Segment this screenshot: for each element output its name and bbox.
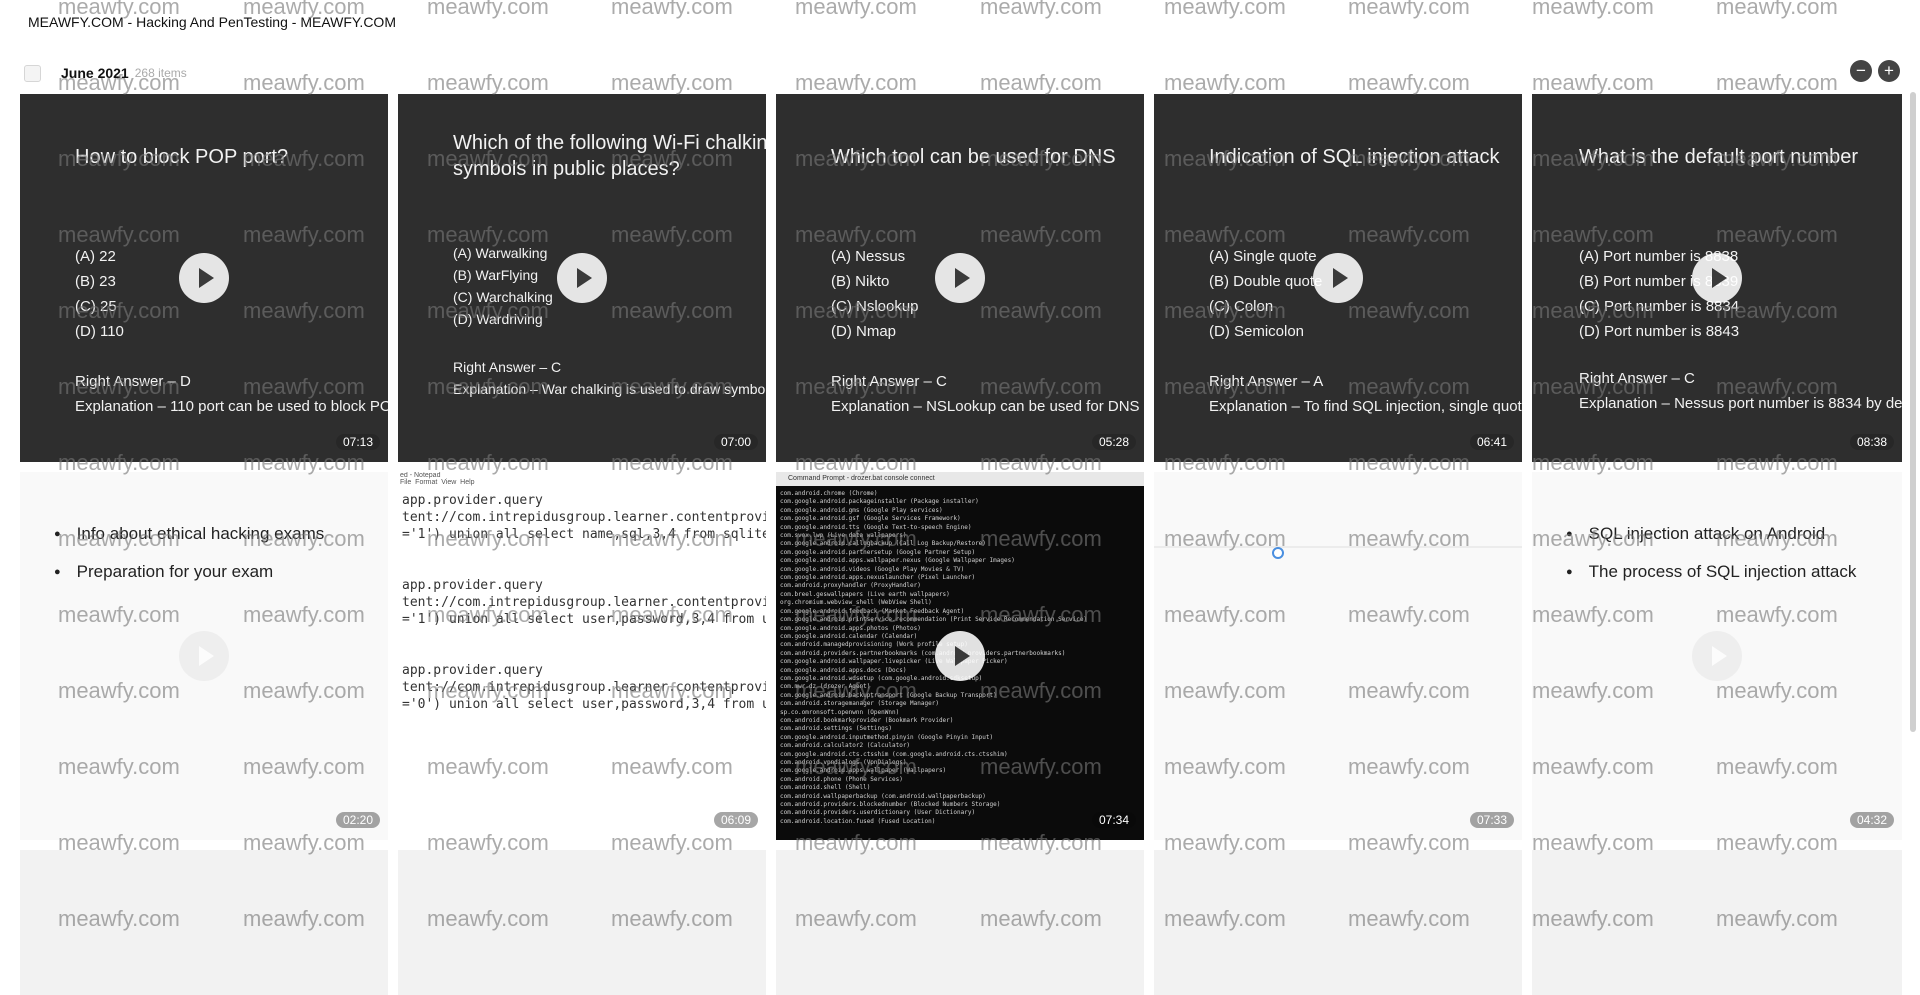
duration-badge: 05:28 xyxy=(1091,434,1136,450)
watermark-text: meawfy.com xyxy=(1716,70,1838,95)
watermark-text: meawfy.com xyxy=(1532,0,1654,19)
watermark-text: meawfy.com xyxy=(1348,0,1470,19)
placeholder-tile xyxy=(1532,850,1902,995)
duration-badge: 04:32 xyxy=(1849,812,1894,828)
page-title: MEAWFY.COM - Hacking And PenTesting - ME… xyxy=(28,14,396,30)
play-icon[interactable] xyxy=(1692,253,1742,303)
duration-badge: 07:13 xyxy=(335,434,380,450)
watermark-text: meawfy.com xyxy=(980,70,1102,95)
options-text: (A) Nessus (B) Nikto (C) Nslookup (D) Nm… xyxy=(831,248,919,340)
placeholder-tile xyxy=(398,850,766,995)
play-icon[interactable] xyxy=(557,253,607,303)
play-icon[interactable] xyxy=(179,253,229,303)
select-group-checkbox[interactable] xyxy=(24,64,41,82)
watermark-text: meawfy.com xyxy=(1164,0,1286,19)
scrollbar[interactable] xyxy=(1910,92,1916,732)
placeholder-tile xyxy=(20,850,388,995)
watermark-text: meawfy.com xyxy=(795,0,917,19)
zoom-out-button[interactable]: − xyxy=(1850,60,1872,82)
video-tile[interactable]: How to block POP port? (A) 22 (B) 23 (C)… xyxy=(20,94,388,462)
terminal-output: com.android.chrome (Chrome) com.google.a… xyxy=(780,490,1088,825)
watermark-text: meawfy.com xyxy=(1716,0,1838,19)
duration-badge: 07:33 xyxy=(1469,812,1514,828)
bullet-list: Info about ethical hacking exams Prepara… xyxy=(54,516,325,592)
duration-badge: 06:41 xyxy=(1469,434,1514,450)
video-tile[interactable]: Which tool can be used for DNS (A) Nessu… xyxy=(776,94,1144,462)
video-tile[interactable]: Command Prompt - drozer.bat console conn… xyxy=(776,472,1144,840)
duration-badge: 02:20 xyxy=(335,812,380,828)
watermark-text: meawfy.com xyxy=(980,0,1102,19)
watermark-text: meawfy.com xyxy=(427,70,549,95)
options-text: (A) Single quote (B) Double quote (C) Co… xyxy=(1209,248,1323,340)
loading-dot-icon xyxy=(1272,547,1284,559)
play-icon[interactable] xyxy=(1313,253,1363,303)
play-icon[interactable] xyxy=(1692,631,1742,681)
group-count: 268 items xyxy=(134,66,187,80)
placeholder-tile xyxy=(1154,850,1522,995)
watermark-text: meawfy.com xyxy=(1532,70,1654,95)
watermark-text: meawfy.com xyxy=(1348,70,1470,95)
zoom-in-button[interactable]: + xyxy=(1878,60,1900,82)
watermark-text: meawfy.com xyxy=(1164,70,1286,95)
video-tile[interactable]: SQL injection attack on Android The proc… xyxy=(1532,472,1902,840)
video-tile[interactable]: Info about ethical hacking exams Prepara… xyxy=(20,472,388,840)
group-toolbar: June 2021 268 items xyxy=(24,62,187,84)
duration-badge: 07:34 xyxy=(1091,812,1136,828)
video-tile[interactable]: Indication of SQL injection attack (A) S… xyxy=(1154,94,1522,462)
watermark-text: meawfy.com xyxy=(243,70,365,95)
watermark-text: meawfy.com xyxy=(611,0,733,19)
options-text: (A) Warwalking (B) WarFlying (C) Warchal… xyxy=(453,245,553,327)
bullet-list: SQL injection attack on Android The proc… xyxy=(1566,516,1857,592)
play-icon[interactable] xyxy=(179,631,229,681)
question-text: What is the default port number xyxy=(1579,146,1859,168)
answer-text: Right Answer – C Explanation – War chalk… xyxy=(453,359,766,397)
question-text: Indication of SQL injection attack xyxy=(1209,146,1500,168)
notepad-menu: ed - Notepad File Format View Help xyxy=(400,472,475,486)
options-text: (A) 22 (B) 23 (C) 25 (D) 110 xyxy=(75,248,124,340)
question-text: How to block POP port? xyxy=(75,146,289,168)
duration-badge: 08:38 xyxy=(1849,434,1894,450)
question-text: Which tool can be used for DNS xyxy=(831,146,1116,168)
duration-badge: 06:09 xyxy=(713,812,758,828)
group-title: June 2021 xyxy=(61,65,129,81)
duration-badge: 07:00 xyxy=(713,434,758,450)
bullet-item: Info about ethical hacking exams xyxy=(54,516,325,554)
answer-text: Right Answer – D Explanation – 110 port … xyxy=(75,373,388,415)
answer-text: Right Answer – C Explanation – Nessus po… xyxy=(1579,370,1902,412)
play-icon[interactable] xyxy=(935,253,985,303)
video-tile[interactable]: ed - Notepad File Format View Help app.p… xyxy=(398,472,766,840)
watermark-text: meawfy.com xyxy=(611,70,733,95)
placeholder-tile xyxy=(776,850,1144,995)
video-tile[interactable]: 07:33 xyxy=(1154,472,1522,840)
watermark-text: meawfy.com xyxy=(427,0,549,19)
loading-bar xyxy=(1154,546,1522,548)
question-text: Which of the following Wi-Fi chalking sy… xyxy=(453,132,766,180)
video-tile[interactable]: Which of the following Wi-Fi chalking sy… xyxy=(398,94,766,462)
bullet-item: The process of SQL injection attack xyxy=(1566,554,1857,592)
code-text: app.provider.query tent://com.intrepidus… xyxy=(402,493,766,712)
cmd-window-title: Command Prompt - drozer.bat console conn… xyxy=(776,472,1144,486)
answer-text: Right Answer – A Explanation – To find S… xyxy=(1209,373,1522,415)
play-icon[interactable] xyxy=(935,631,985,681)
video-tile[interactable]: What is the default port number (A) Port… xyxy=(1532,94,1902,462)
bullet-item: Preparation for your exam xyxy=(54,554,324,592)
watermark-text: meawfy.com xyxy=(795,70,917,95)
bullet-item: SQL injection attack on Android xyxy=(1566,516,1856,554)
answer-text: Right Answer – C Explanation – NSLookup … xyxy=(831,373,1140,415)
